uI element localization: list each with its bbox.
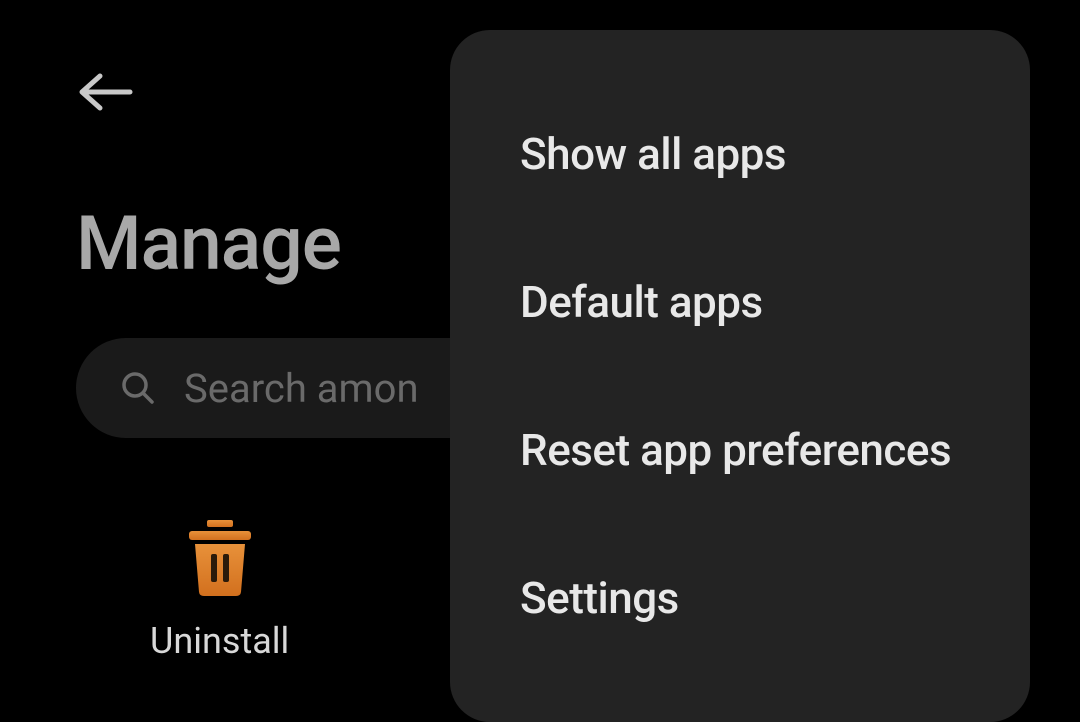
arrow-left-icon	[76, 72, 136, 112]
search-icon	[120, 370, 156, 406]
menu-item-reset-app-preferences[interactable]: Reset app preferences	[450, 376, 1030, 524]
trash-icon	[185, 520, 255, 596]
search-placeholder: Search amon	[184, 365, 419, 412]
page-title: Manage	[76, 200, 341, 288]
back-button[interactable]	[76, 72, 136, 112]
menu-item-show-all-apps[interactable]: Show all apps	[450, 80, 1030, 228]
uninstall-label: Uninstall	[150, 620, 289, 662]
menu-item-default-apps[interactable]: Default apps	[450, 228, 1030, 376]
overflow-menu: Show all apps Default apps Reset app pre…	[450, 30, 1030, 722]
uninstall-button[interactable]: Uninstall	[150, 520, 289, 662]
menu-item-settings[interactable]: Settings	[450, 524, 1030, 672]
